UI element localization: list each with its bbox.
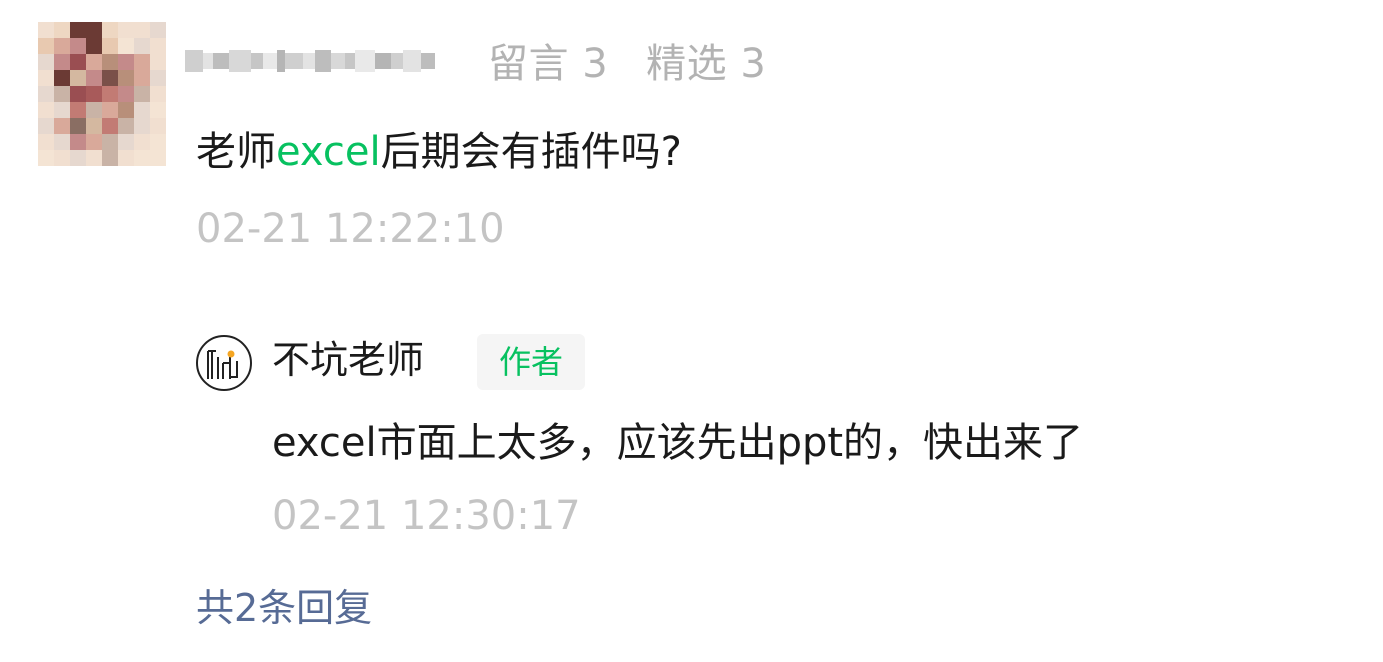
comment-text: 老师excel后期会有插件吗?	[196, 126, 682, 178]
selected-count: 精选 3	[646, 41, 767, 87]
view-all-replies-link[interactable]: 共2条回复	[196, 584, 372, 632]
message-count: 留言 3	[488, 41, 609, 87]
comment-timestamp: 02-21 12:22:10	[196, 206, 505, 252]
author-badge: 作者	[477, 334, 585, 390]
commenter-avatar[interactable]	[38, 22, 166, 168]
reply-author-name[interactable]: 不坑老师	[272, 336, 424, 384]
comment-keyword-highlight: excel	[276, 129, 381, 175]
reply-timestamp: 02-21 12:30:17	[272, 493, 581, 539]
comment-stats: 留言 3 精选 3	[488, 40, 766, 88]
reply-text: excel市面上太多，应该先出ppt的，快出来了	[272, 420, 1084, 466]
comment-text-after: 后期会有插件吗?	[380, 129, 682, 175]
author-logo-icon	[196, 335, 252, 391]
commenter-name-blurred[interactable]	[185, 36, 453, 86]
comment-text-before: 老师	[196, 129, 276, 175]
